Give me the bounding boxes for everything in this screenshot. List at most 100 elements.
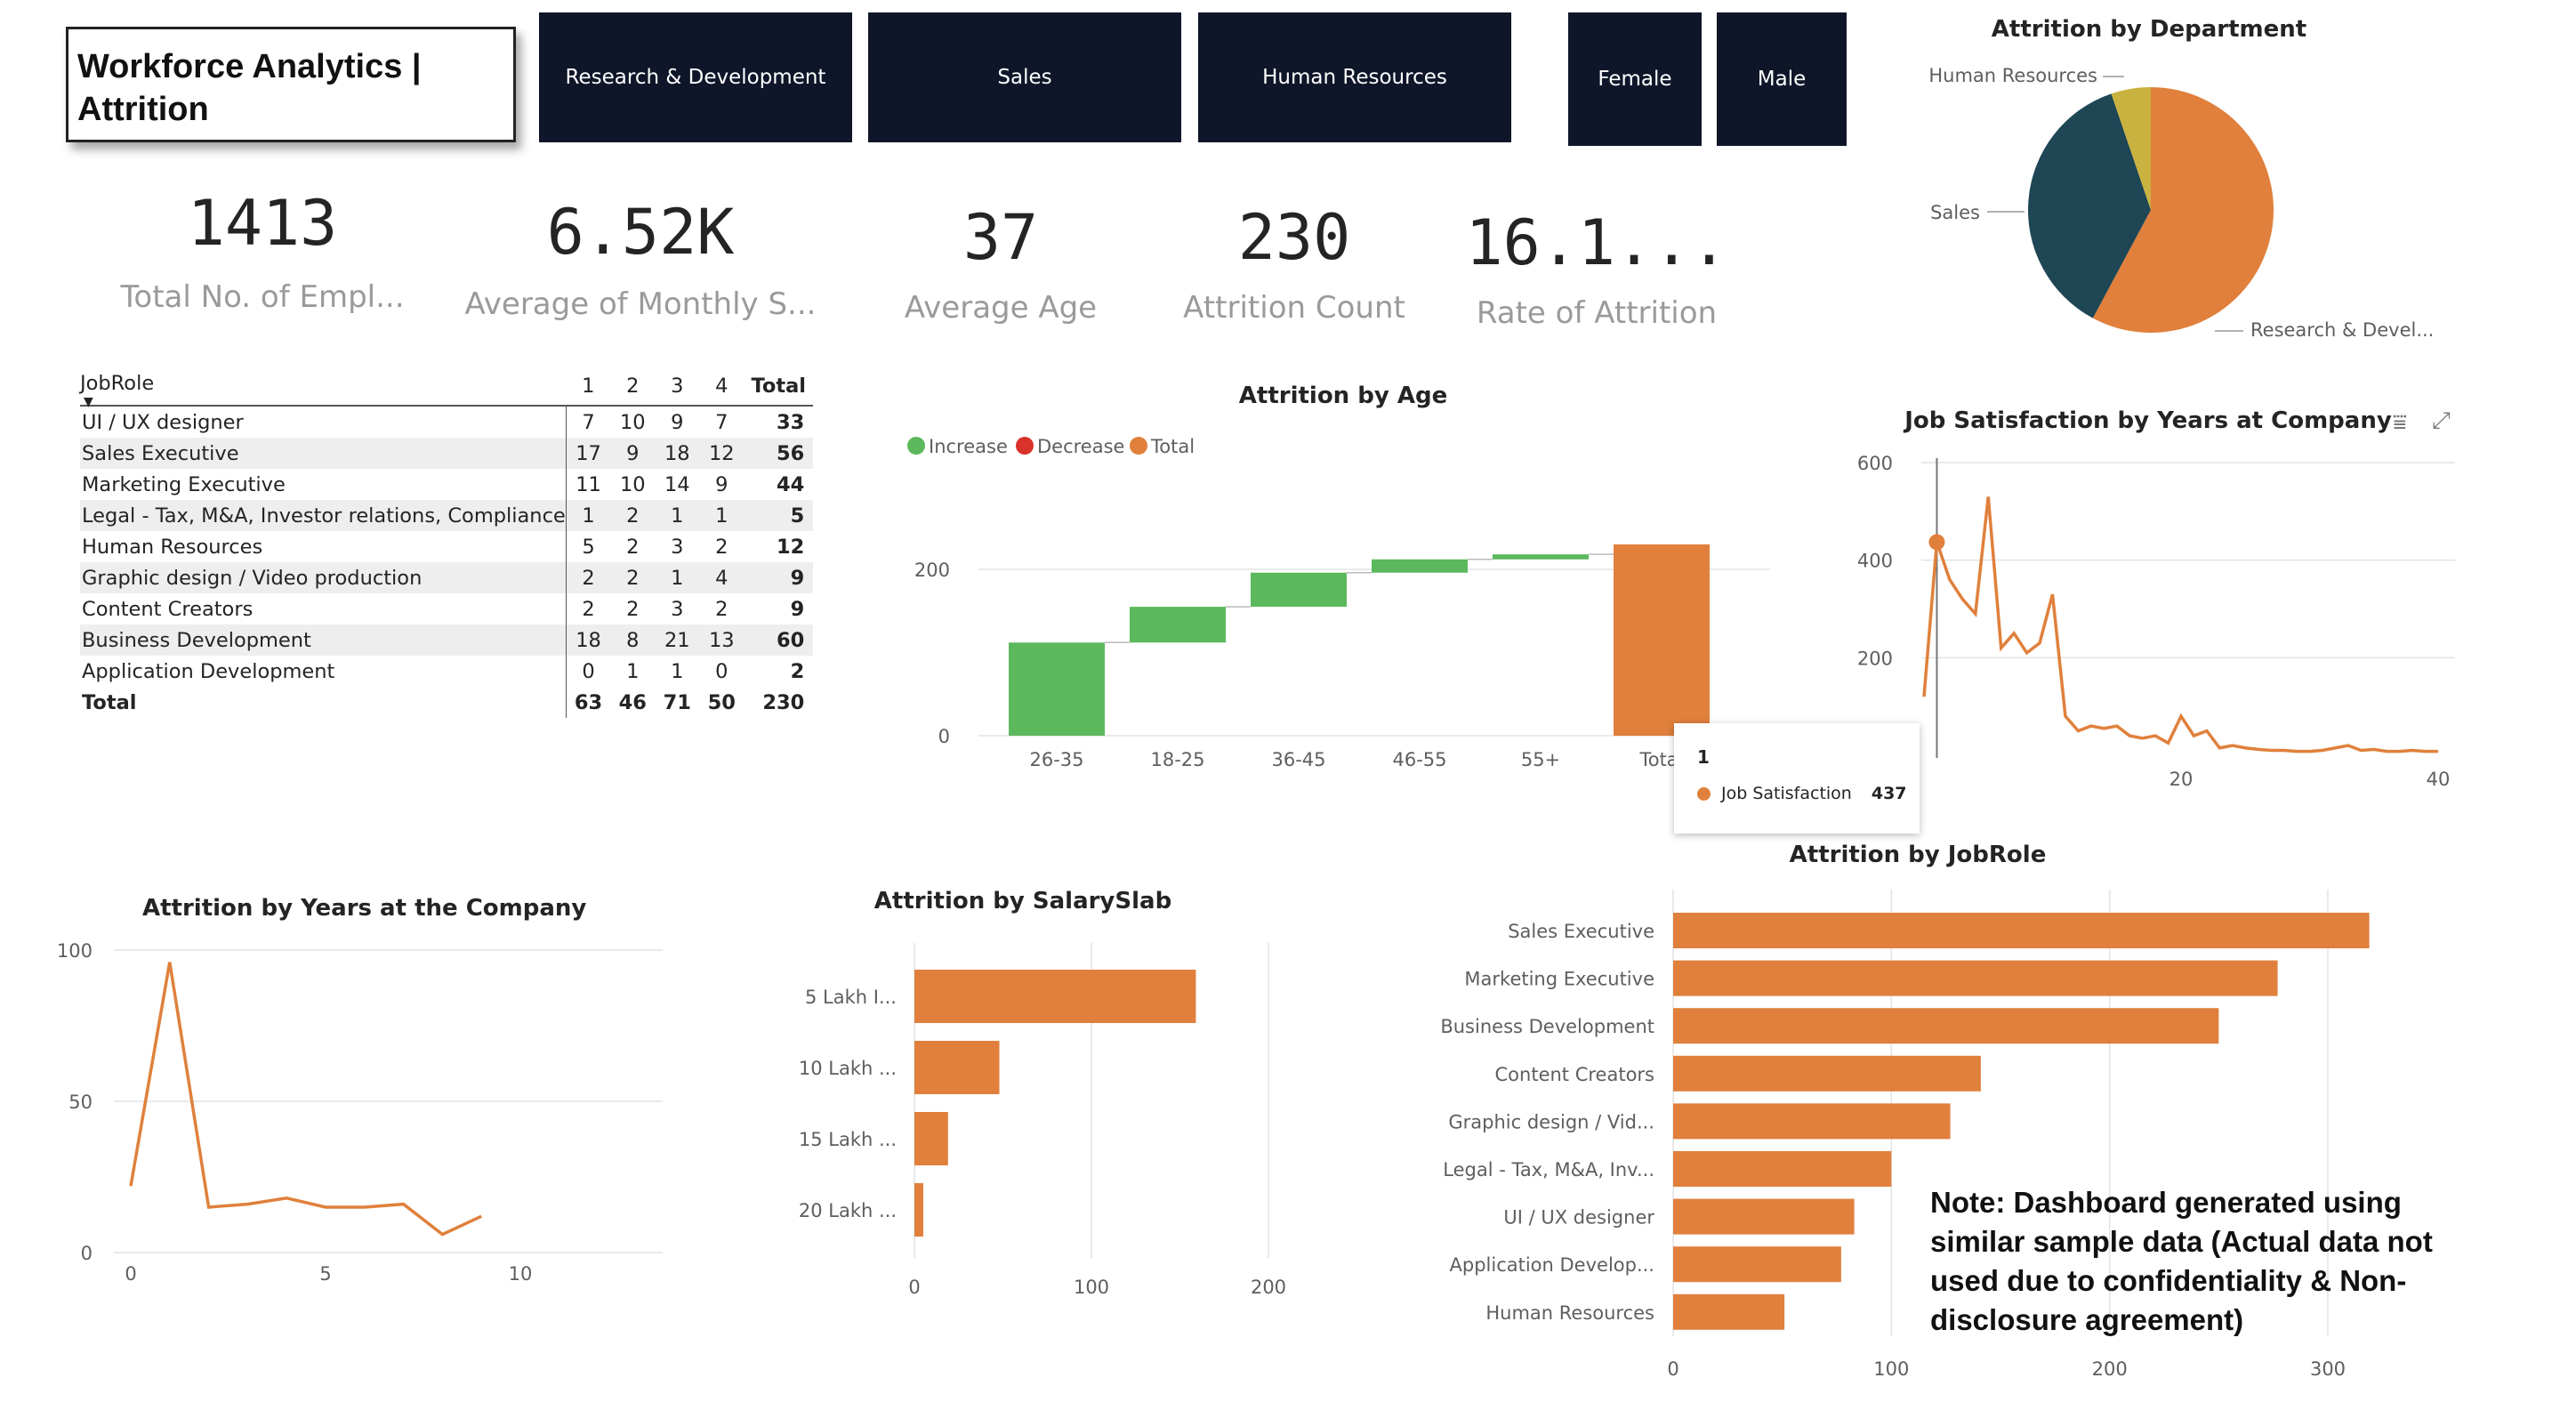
pie-label: Sales <box>1930 202 1980 223</box>
matrix-cell-value: 71 <box>663 690 691 714</box>
sort-down-icon[interactable]: ▼ <box>84 395 93 409</box>
age-waterfall-chart[interactable]: Increase Decrease Total 0 200 26-35 18-25 36-45… <box>881 418 1797 783</box>
slicer-male[interactable]: Male <box>1717 12 1847 146</box>
matrix-cell-value: 1 <box>671 566 684 590</box>
x-tick-label: 10 <box>509 1263 533 1285</box>
matrix-cell-value: 63 <box>565 687 611 718</box>
matrix-header-col[interactable]: 3 <box>655 367 699 406</box>
matrix-header-jobrole[interactable]: JobRole ▼ <box>80 367 566 409</box>
matrix-cell-total: 44 <box>776 472 805 496</box>
matrix-row[interactable]: Graphic design / Video production 2 2 1 4 9 <box>80 562 814 593</box>
matrix-row[interactable]: Legal - Tax, M&A, Investor relations, Co… <box>80 500 814 531</box>
matrix-cell-role: Human Resources <box>82 535 263 559</box>
tooltip-row: Job Satisfaction 437 <box>1697 784 1907 803</box>
matrix-cell-value: 2 <box>626 504 640 528</box>
kpi-avg-monthly-value: 6.52K <box>546 196 735 269</box>
matrix-cell-value: 18 <box>565 624 611 656</box>
jobrole-bar <box>1673 913 2370 948</box>
matrix-cell-value: 2 <box>715 597 729 621</box>
matrix-cell-value: 46 <box>618 690 647 714</box>
legend-label: Decrease <box>1037 436 1124 457</box>
slicer-sales[interactable]: Sales <box>868 12 1181 142</box>
matrix-header-col[interactable]: 2 <box>610 367 655 406</box>
matrix-row[interactable]: UI / UX designer 7 10 9 7 33 <box>80 406 813 438</box>
years-line-chart[interactable]: 0 50 100 0 5 10 <box>36 925 694 1299</box>
y-tick-label: 100 <box>57 940 93 962</box>
kpi-total-employees-value: 1413 <box>187 187 338 260</box>
matrix-cell-total: 60 <box>776 628 805 652</box>
matrix-row[interactable]: Business Development 18 8 21 13 60 <box>80 624 814 656</box>
matrix-table: JobRole ▼ 1 2 3 4 Total UI / UX designer 7… <box>80 367 814 718</box>
tooltip-title: 1 <box>1697 746 1710 768</box>
jobrole-bar <box>1673 1151 1892 1187</box>
matrix-header-col[interactable]: 1 <box>566 367 610 406</box>
dept-pie-chart[interactable]: Research & Devel... Sales Human Resources <box>1895 53 2464 356</box>
note-line: Note: Dashboard generated using <box>1930 1186 2402 1219</box>
y-tick-label: 600 <box>1857 453 1893 474</box>
matrix-cell-value: 5 <box>565 531 611 562</box>
matrix-cell-role: Total <box>82 690 137 714</box>
chart-tooltip: 1 Job Satisfaction 437 <box>1674 723 1920 834</box>
expand-icon[interactable]: ⤢ <box>2432 407 2451 435</box>
matrix-cell-value: 7 <box>715 410 729 434</box>
waterfall-bar <box>1493 554 1589 560</box>
y-category-label: 5 Lakh I... <box>805 987 897 1008</box>
note-line: disclosure agreement) <box>1930 1303 2244 1336</box>
matrix-header-row: JobRole ▼ 1 2 3 4 Total <box>80 367 814 409</box>
matrix-row[interactable]: Marketing Executive 11 10 14 9 44 <box>80 469 813 500</box>
matrix-row[interactable]: Sales Executive 17 9 18 12 56 <box>80 438 814 469</box>
matrix-cell-value: 18 <box>664 441 690 465</box>
x-tick-label: 40 <box>2427 769 2451 790</box>
y-tick-label: 50 <box>68 1092 93 1113</box>
matrix-header-col[interactable]: 4 <box>699 367 744 406</box>
filter-icon[interactable]: ⩸ <box>2393 409 2407 437</box>
tooltip-dot-icon <box>1697 787 1711 801</box>
matrix-total-row[interactable]: Total 63 46 71 50 230 <box>80 687 813 718</box>
y-category-label: 15 Lakh ... <box>799 1129 897 1150</box>
y-category-label: UI / UX designer <box>1503 1207 1654 1229</box>
matrix-cell-value: 1 <box>671 504 684 528</box>
y-category-label: Application Develop... <box>1450 1254 1655 1276</box>
age-chart-title: Attrition by Age <box>1238 383 1448 409</box>
waterfall-bar <box>1251 572 1347 608</box>
jobrole-bar <box>1673 1103 1951 1140</box>
salary-bar-chart[interactable]: 0 100 200 5 Lakh I... 10 Lakh ... 15 Lakh ...… <box>783 925 1299 1308</box>
pie-label: Research & Devel... <box>2250 319 2434 341</box>
matrix-cell-value: 1 <box>626 659 640 683</box>
matrix-header-total[interactable]: Total <box>744 367 813 406</box>
matrix-row[interactable]: Content Creators 2 2 3 2 9 <box>80 593 813 624</box>
matrix-cell-total: 2 <box>790 659 805 683</box>
matrix-cell-value: 1 <box>715 504 729 528</box>
x-tick-label: 300 <box>2310 1358 2346 1380</box>
matrix-cell-value: 11 <box>565 469 611 500</box>
matrix-cell-value: 12 <box>708 441 735 465</box>
salary-chart-title: Attrition by SalarySlab <box>873 888 1172 915</box>
waterfall-bar <box>1009 642 1105 736</box>
slicer-female[interactable]: Female <box>1568 12 1702 146</box>
waterfall-bar <box>1130 607 1226 643</box>
slicer-research-development[interactable]: Research & Development <box>539 12 852 142</box>
x-tick-label: 18-25 <box>1150 749 1204 770</box>
kpi-average-age-value: 37 <box>962 201 1039 274</box>
matrix-cell-role: Content Creators <box>82 597 254 621</box>
matrix-cell-value: 2 <box>626 566 640 590</box>
matrix-cell-value: 10 <box>619 410 646 434</box>
slicer-human-resources[interactable]: Human Resources <box>1198 12 1511 142</box>
matrix-row[interactable]: Application Development 0 1 1 0 2 <box>80 656 813 687</box>
y-tick-label: 0 <box>81 1243 93 1264</box>
y-category-label: Business Development <box>1440 1016 1654 1037</box>
matrix-row[interactable]: Human Resources 5 2 3 2 12 <box>80 531 813 562</box>
matrix-cell-value: 50 <box>707 690 736 714</box>
jobsat-chart-title: Job Satisfaction by Years at Company <box>1904 407 2392 434</box>
matrix-cell-value: 3 <box>671 535 684 559</box>
note-line: used due to confidentiality & Non- <box>1930 1264 2407 1297</box>
salary-bar <box>914 1112 948 1165</box>
matrix-cell-role: Marketing Executive <box>82 472 286 496</box>
y-category-label: Human Resources <box>1485 1302 1654 1324</box>
dashboard-title-line1: Workforce Analytics | <box>77 48 422 85</box>
jobrole-bar <box>1673 1055 1981 1092</box>
x-tick-label: 55+ <box>1521 749 1560 770</box>
y-category-label: 10 Lakh ... <box>799 1058 897 1079</box>
matrix-cell-value: 0 <box>565 656 611 687</box>
matrix-cell-total: 9 <box>790 566 805 590</box>
